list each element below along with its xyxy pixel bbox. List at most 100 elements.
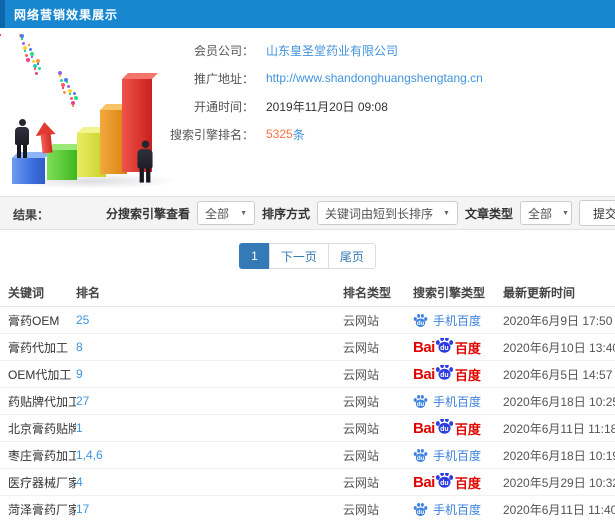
table-row: 药贴牌代加工 27 云网站 du 手机百度 2020年6月18日 10:25 — [0, 388, 615, 415]
updated-cell: 2020年5月29日 10:32 — [503, 475, 615, 490]
page: 网络营销效果展示 会员公司： 山东皇圣堂药业有限公司 推广地址： http://… — [0, 0, 615, 520]
results-table: 关键词 排名 排名类型 搜索引擎类型 最新更新时间 膏药OEM 25 云网站 du 手机… — [0, 278, 615, 520]
engine-filter-value: 全部 — [205, 206, 230, 221]
keyword-cell: OEM代加工 — [8, 367, 72, 382]
header-rank: 排名 — [76, 285, 101, 300]
info-section: 会员公司： 山东皇圣堂药业有限公司 推广地址： http://www.shand… — [0, 28, 615, 196]
company-info-fields: 会员公司： 山东皇圣堂药业有限公司 推广地址： http://www.shand… — [162, 36, 615, 148]
table-row: 膏药OEM 25 云网站 du 手机百度 2020年6月9日 17:50 — [0, 307, 615, 334]
rank-link[interactable]: 4 — [76, 475, 83, 489]
mobile-baidu-label: 手机百度 — [433, 448, 482, 463]
filter-controls: 分搜索引擎查看 全部 ▼ 排序方式 关键词由短到长排序 ▼ 文章类型 全部 ▼ … — [106, 197, 615, 229]
engine-cell: du 手机百度 — [405, 312, 497, 329]
businessman-figure-right — [137, 140, 153, 183]
engine-filter-select[interactable]: 全部 ▼ — [197, 201, 255, 225]
baidu-logo: Bai du 百度 — [413, 337, 481, 357]
table-body: 膏药OEM 25 云网站 du 手机百度 2020年6月9日 17:50 膏药代加工 8 云网站… — [0, 307, 615, 520]
updated-cell: 2020年6月5日 14:57 — [503, 367, 613, 382]
up-arrow-icon — [34, 121, 57, 155]
updated-cell: 2020年6月10日 13:40 — [503, 340, 615, 355]
page-1-button[interactable]: 1 — [239, 243, 270, 269]
field-engine-rank: 搜索引擎排名： 5325 条 — [162, 120, 615, 148]
rank-link[interactable]: 8 — [76, 340, 83, 354]
updated-cell: 2020年6月9日 17:50 — [503, 313, 613, 328]
next-page-button[interactable]: 下一页 — [268, 243, 329, 269]
updated-cell: 2020年6月11日 11:40 — [503, 502, 615, 517]
promo-url-link[interactable]: http://www.shandonghuangshengtang.cn — [266, 71, 483, 85]
sort-filter-value: 关键词由短到长排序 — [325, 206, 434, 221]
rank-link[interactable]: 1 — [76, 421, 83, 435]
rank-type-cell: 云网站 — [343, 475, 380, 490]
rank-type-cell: 云网站 — [343, 367, 380, 382]
rank-type-cell: 云网站 — [343, 502, 380, 517]
keyword-cell: 枣庄膏药加工 — [8, 448, 76, 463]
rank-type-cell: 云网站 — [343, 394, 380, 409]
updated-cell: 2020年6月11日 11:18 — [503, 421, 615, 436]
keyword-cell: 药贴牌代加工 — [8, 394, 76, 409]
company-link[interactable]: 山东皇圣堂药业有限公司 — [266, 42, 398, 59]
table-header-row: 关键词 排名 排名类型 搜索引擎类型 最新更新时间 — [0, 278, 615, 307]
header-accent-strip — [0, 0, 5, 28]
header-bar: 网络营销效果展示 — [0, 0, 615, 28]
mobile-baidu-logo: du 手机百度 — [413, 312, 481, 329]
company-label: 会员公司： — [193, 43, 254, 58]
mobile-baidu-logo: du 手机百度 — [413, 393, 481, 410]
businessman-figure-left — [15, 119, 29, 158]
rank-link[interactable]: 9 — [76, 367, 83, 381]
rank-link[interactable]: 25 — [76, 313, 89, 327]
submit-button[interactable]: 提交 — [578, 200, 615, 226]
updated-cell: 2020年6月18日 10:19 — [503, 448, 615, 463]
table-row: 膏药代加工 8 云网站 Bai du 百度 2020年6月10日 13:40 — [0, 334, 615, 361]
rank-link[interactable]: 27 — [76, 394, 89, 408]
header-keyword: 关键词 — [8, 285, 45, 300]
field-company: 会员公司： 山东皇圣堂药业有限公司 — [162, 36, 615, 64]
mobile-baidu-label: 手机百度 — [433, 313, 482, 328]
rank-link[interactable]: 1,4,6 — [76, 448, 103, 462]
chevron-down-icon: ▼ — [240, 209, 247, 217]
article-type-label: 文章类型 — [464, 206, 513, 221]
header-engine-type: 搜索引擎类型 — [413, 285, 486, 300]
mobile-baidu-label: 手机百度 — [433, 394, 482, 409]
table-row: 枣庄膏药加工 1,4,6 云网站 du 手机百度 2020年6月18日 10:19 — [0, 442, 615, 469]
engine-rank-unit-link[interactable]: 条 — [293, 126, 305, 143]
keyword-cell: 膏药OEM — [8, 313, 60, 328]
engine-cell: du 手机百度 — [405, 447, 497, 464]
promo-url-label: 推广地址： — [193, 71, 254, 86]
engine-filter-label: 分搜索引擎查看 — [105, 206, 190, 221]
result-label: 结果： — [13, 208, 50, 222]
engine-rank-count: 5325 — [266, 127, 293, 141]
pagination: 1 下一页 尾页 — [0, 243, 615, 269]
engine-cell: Bai du 百度 — [405, 337, 497, 357]
rank-link[interactable]: 17 — [76, 502, 89, 516]
last-page-button[interactable]: 尾页 — [327, 243, 376, 269]
updated-cell: 2020年6月18日 10:25 — [503, 394, 615, 409]
page-title: 网络营销效果展示 — [14, 7, 119, 22]
filter-bar: 结果： 分搜索引擎查看 全部 ▼ 排序方式 关键词由短到长排序 ▼ 文章类型 全… — [0, 196, 615, 230]
sort-filter-select[interactable]: 关键词由短到长排序 ▼ — [317, 201, 458, 225]
table-row: OEM代加工 9 云网站 Bai du 百度 2020年6月5日 14:57 — [0, 361, 615, 388]
header-updated: 最新更新时间 — [503, 285, 576, 300]
header-rank-type: 排名类型 — [343, 285, 392, 300]
engine-cell: Bai du 百度 — [405, 472, 497, 492]
sort-filter-label: 排序方式 — [262, 206, 311, 221]
engine-rank-label: 搜索引擎排名： — [169, 127, 254, 142]
chevron-down-icon: ▼ — [562, 209, 569, 217]
keyword-cell: 菏泽膏药厂家 — [8, 502, 76, 517]
table-row: 北京膏药贴牌 1 云网站 Bai du 百度 2020年6月11日 11:18 — [0, 415, 615, 442]
mobile-baidu-logo: du 手机百度 — [413, 447, 481, 464]
baidu-logo: Bai du 百度 — [413, 364, 481, 384]
chart-bar-blue — [12, 158, 45, 184]
rank-type-cell: 云网站 — [343, 448, 380, 463]
open-time-value: 2019年11月20日 09:08 — [266, 99, 388, 114]
rank-type-cell: 云网站 — [343, 340, 380, 355]
engine-cell: Bai du 百度 — [405, 364, 497, 384]
article-type-value: 全部 — [527, 206, 552, 221]
table-row: 菏泽膏药厂家 17 云网站 du 手机百度 2020年6月11日 11:40 — [0, 496, 615, 520]
keyword-cell: 膏药代加工 — [8, 340, 69, 355]
open-time-label: 开通时间： — [193, 99, 254, 114]
article-type-select[interactable]: 全部 ▼ — [519, 201, 572, 225]
chart-bar-green — [47, 150, 77, 180]
chevron-down-icon: ▼ — [443, 209, 450, 217]
table-row: 医疗器械厂家 4 云网站 Bai du 百度 2020年5月29日 10:32 — [0, 469, 615, 496]
mobile-baidu-label: 手机百度 — [433, 502, 482, 517]
